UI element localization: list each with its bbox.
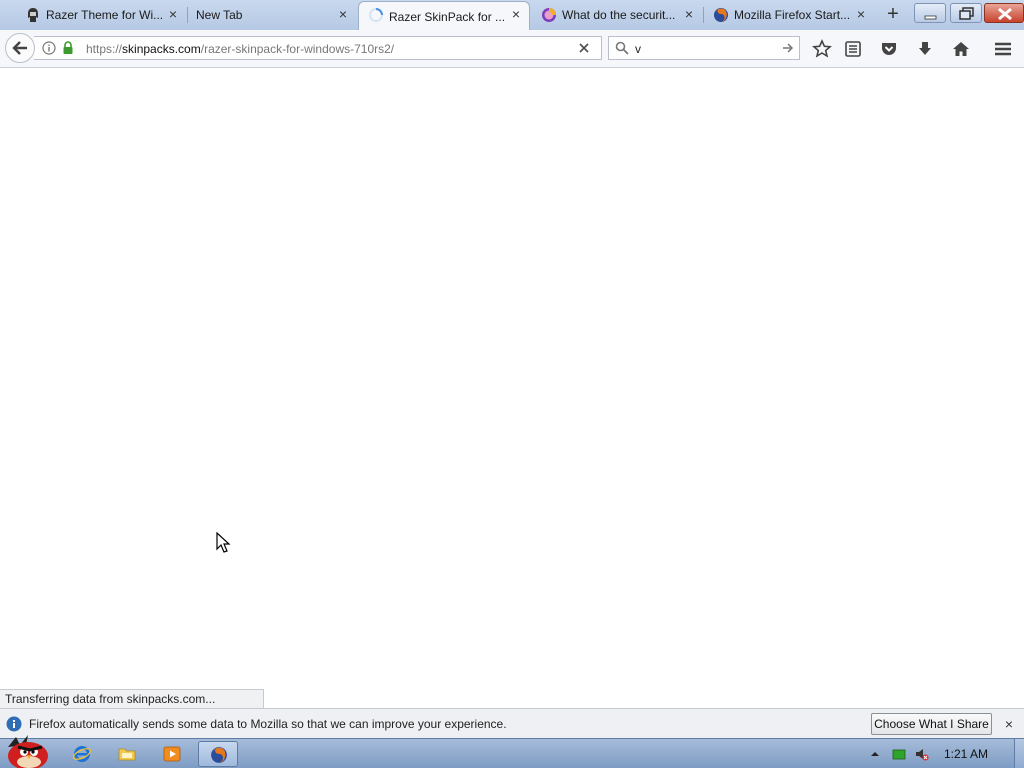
tab-title: Mozilla Firefox Start...	[734, 8, 851, 22]
show-desktop-button[interactable]	[1014, 739, 1024, 768]
url-scheme: https://	[86, 42, 123, 56]
tab-mozilla-start[interactable]: Mozilla Firefox Start... ×	[704, 2, 874, 28]
angry-birds-start-icon[interactable]	[2, 731, 50, 768]
minimize-icon	[924, 15, 937, 20]
url-host: skinpacks.com	[122, 42, 201, 56]
firefox-window: Razer Theme for Wi... × New Tab × Razer …	[0, 0, 1024, 768]
folder-icon	[118, 748, 136, 761]
firefox-icon	[714, 8, 728, 22]
tab-strip: Razer Theme for Wi... × New Tab × Razer …	[0, 0, 1024, 31]
tab-close-icon[interactable]: ×	[509, 7, 523, 21]
close-window-button[interactable]	[984, 3, 1024, 23]
tab-close-icon[interactable]: ×	[854, 7, 868, 21]
tab-title: New Tab	[196, 8, 243, 22]
tab-security[interactable]: What do the securit... ×	[532, 2, 702, 28]
url-text[interactable]: https://skinpacks.com/razer-skinpack-for…	[86, 42, 394, 56]
url-bar[interactable]: https://skinpacks.com/razer-skinpack-for…	[34, 36, 602, 60]
home-icon[interactable]	[951, 39, 971, 59]
tab-title: Razer SkinPack for ...	[389, 9, 506, 24]
page-content	[0, 69, 1024, 708]
downloads-icon[interactable]	[915, 39, 935, 59]
back-button[interactable]	[5, 33, 35, 63]
volume-muted-icon[interactable]	[915, 747, 929, 761]
search-go-arrow-icon[interactable]	[782, 42, 794, 54]
search-bar[interactable]: v	[608, 36, 800, 60]
taskbar-internet-explorer[interactable]	[62, 741, 102, 767]
restore-icon	[959, 7, 974, 20]
notification-text: Firefox automatically sends some data to…	[29, 717, 507, 731]
tab-new-tab[interactable]: New Tab ×	[188, 2, 356, 28]
show-hidden-icons-arrow-icon[interactable]	[868, 747, 882, 761]
taskbar-file-explorer[interactable]	[107, 741, 147, 767]
choose-what-i-share-button[interactable]: Choose What I Share	[871, 713, 992, 735]
bookmark-star-icon[interactable]	[812, 39, 832, 59]
status-panel: Transferring data from skinpacks.com...	[0, 689, 264, 708]
back-arrow-icon	[12, 41, 27, 55]
lock-icon[interactable]	[62, 41, 74, 55]
restore-button[interactable]	[950, 3, 982, 23]
tab-close-icon[interactable]: ×	[682, 7, 696, 21]
tab-title: Razer Theme for Wi...	[46, 8, 164, 22]
internet-explorer-icon	[73, 746, 91, 762]
info-icon[interactable]	[42, 41, 56, 55]
taskbar-media-player[interactable]	[152, 741, 192, 767]
minimize-button[interactable]	[914, 3, 946, 23]
notification-bar: Firefox automatically sends some data to…	[0, 708, 1024, 738]
menu-hamburger-icon[interactable]	[993, 39, 1013, 59]
tab-title: What do the securit...	[562, 8, 676, 22]
tab-close-icon[interactable]: ×	[336, 7, 350, 21]
info-icon	[6, 716, 22, 732]
close-icon	[998, 7, 1012, 21]
windows-taskbar: 1:21 AM	[0, 735, 1024, 768]
loading-spinner-icon	[369, 8, 383, 22]
search-input[interactable]: v	[635, 42, 641, 56]
battery-icon[interactable]	[892, 747, 906, 761]
firefox-icon	[211, 747, 227, 763]
stop-loading-icon[interactable]	[577, 41, 591, 55]
close-icon[interactable]: ×	[1002, 717, 1016, 731]
taskbar-firefox[interactable]	[198, 741, 238, 767]
tab-razer-skinpack[interactable]: Razer SkinPack for ... ×	[358, 1, 530, 31]
tab-close-icon[interactable]: ×	[166, 7, 180, 21]
pocket-icon[interactable]	[879, 39, 899, 59]
reading-list-icon[interactable]	[843, 39, 863, 59]
url-path: /razer-skinpack-for-windows-710rs2/	[200, 42, 395, 56]
taskbar-clock[interactable]: 1:21 AM	[944, 747, 988, 761]
firefox-nightly-icon	[542, 8, 556, 22]
tab-razer-theme[interactable]: Razer Theme for Wi... ×	[16, 2, 186, 28]
navigation-toolbar: https://skinpacks.com/razer-skinpack-for…	[0, 30, 1024, 68]
hacker-icon	[28, 8, 38, 22]
mouse-cursor-icon	[216, 532, 231, 553]
new-tab-plus-icon[interactable]: +	[882, 4, 904, 26]
media-player-icon	[163, 746, 181, 762]
search-icon	[615, 41, 629, 55]
